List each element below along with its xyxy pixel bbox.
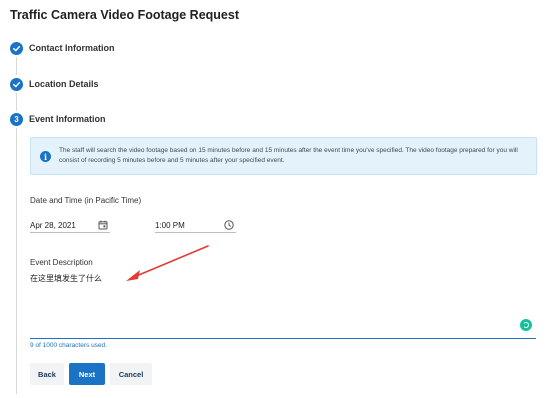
info-text: The staff will search the video footage … [59, 147, 518, 164]
next-button[interactable]: Next [69, 363, 105, 385]
time-input[interactable]: 1:00 PM [155, 218, 236, 233]
step-connector [16, 57, 17, 75]
step-label: Location Details [29, 79, 99, 89]
step-contact-information[interactable]: Contact Information [10, 40, 115, 56]
time-value: 1:00 PM [155, 220, 185, 230]
step-connector [16, 93, 17, 111]
event-description-textarea[interactable]: 在这里填发生了什么 [30, 270, 536, 339]
info-notice: i The staff will search the video footag… [30, 137, 537, 175]
check-icon [10, 41, 23, 55]
description-value: 在这里填发生了什么 [30, 274, 102, 283]
step-label: Event Information [29, 114, 106, 124]
date-input[interactable]: Apr 28, 2021 [30, 218, 110, 233]
character-count: 9 of 1000 characters used. [30, 342, 107, 349]
date-value: Apr 28, 2021 [30, 220, 76, 230]
clock-icon[interactable] [224, 220, 234, 230]
page-title: Traffic Camera Video Footage Request [10, 8, 239, 22]
cancel-button[interactable]: Cancel [110, 363, 152, 385]
grammar-assistant-icon[interactable] [520, 319, 532, 331]
step-label: Contact Information [29, 43, 115, 53]
calendar-icon[interactable] [98, 220, 108, 230]
step-number-badge: 3 [10, 112, 23, 126]
step-location-details[interactable]: Location Details [10, 76, 99, 92]
check-icon [10, 77, 23, 91]
info-icon: i [40, 151, 51, 162]
back-button[interactable]: Back [30, 363, 64, 385]
step-event-information[interactable]: 3 Event Information [10, 111, 106, 127]
description-label: Event Description [30, 258, 93, 267]
step-connector [16, 128, 17, 394]
datetime-label: Date and Time (in Pacific Time) [30, 196, 142, 205]
